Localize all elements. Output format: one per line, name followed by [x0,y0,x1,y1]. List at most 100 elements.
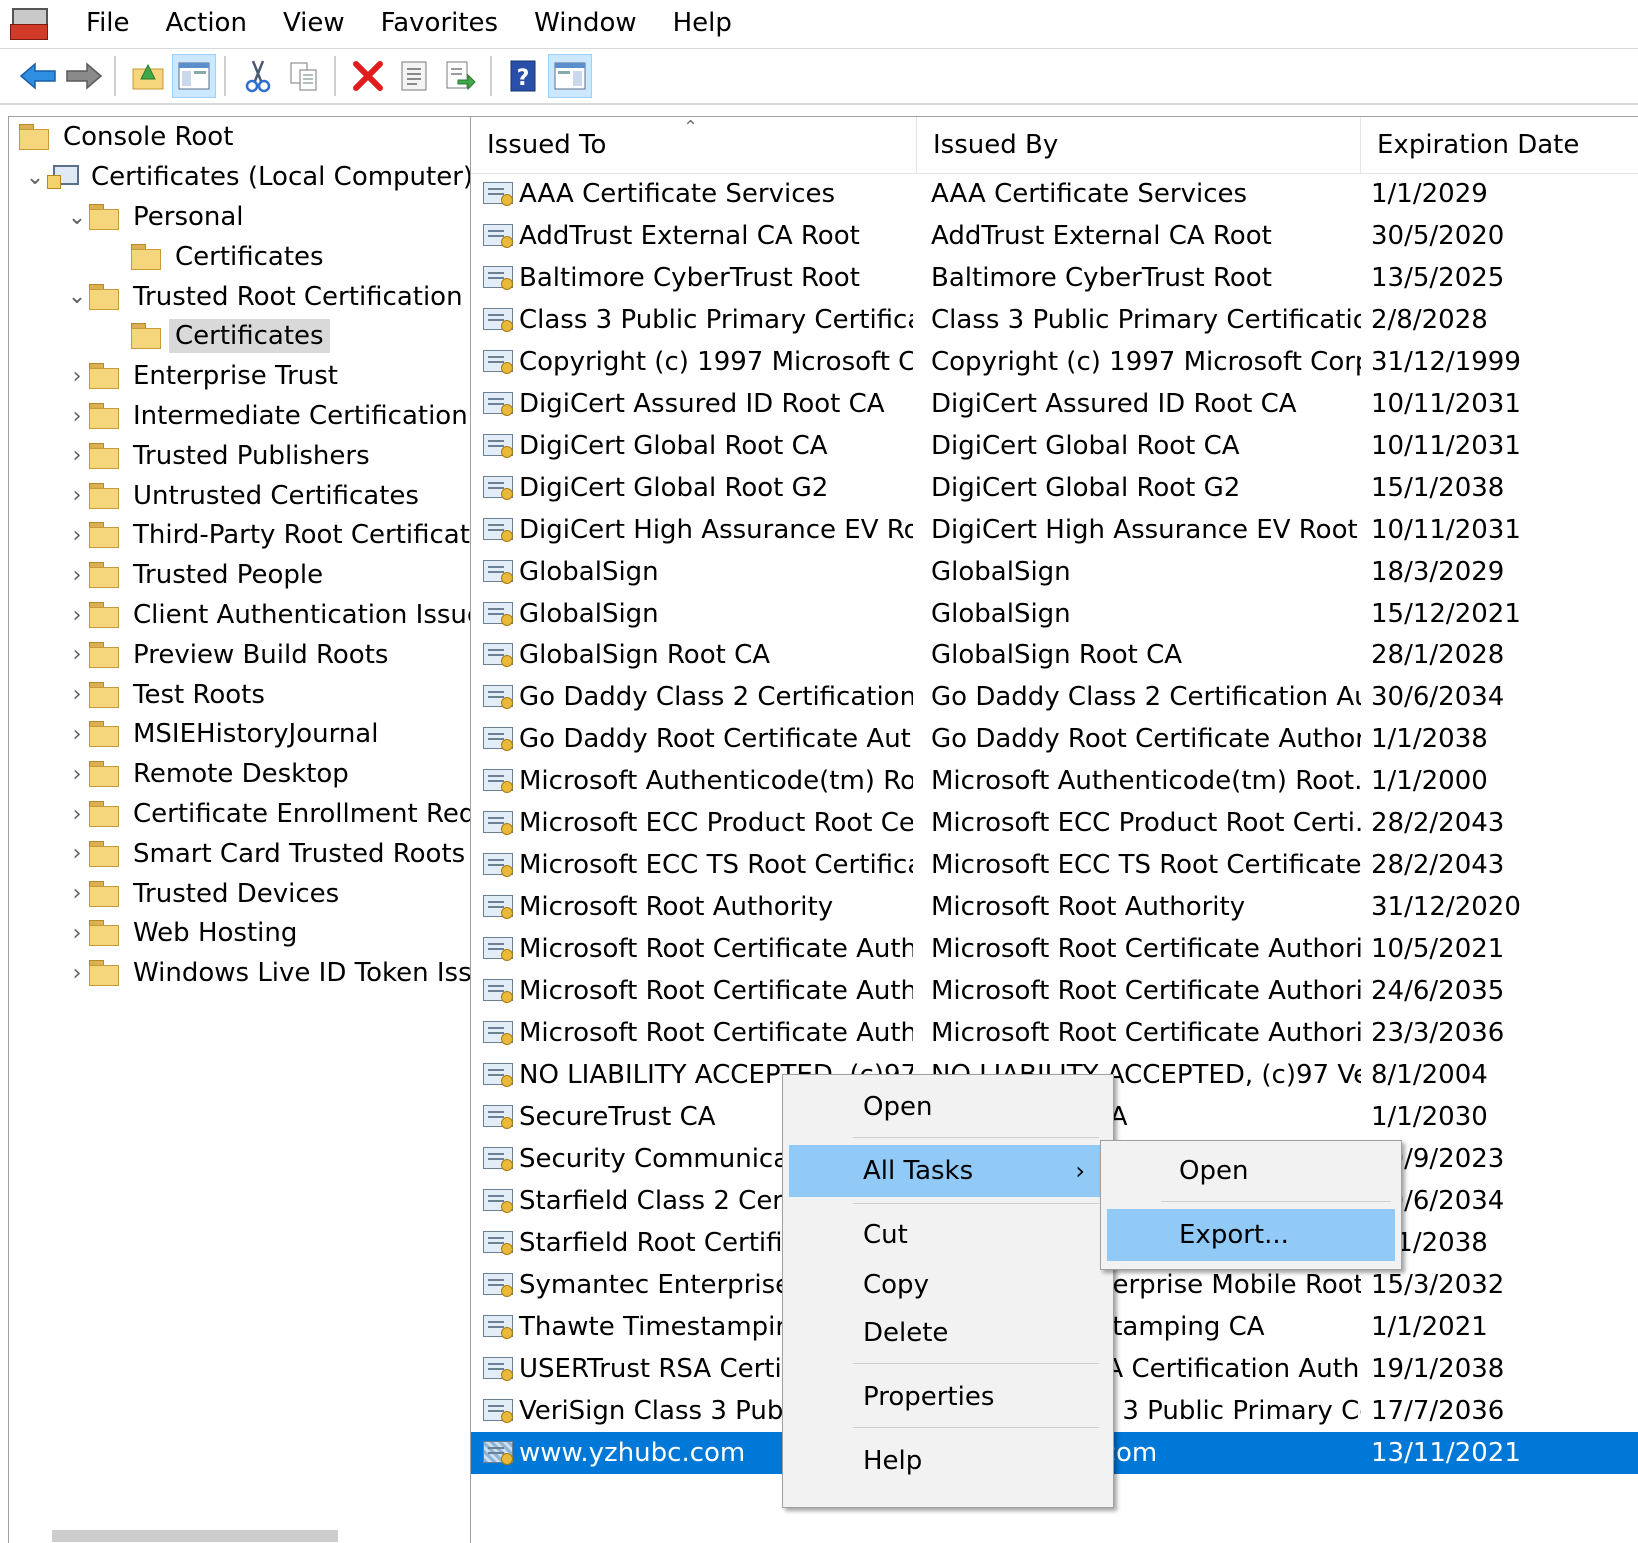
tree-item-label: Intermediate Certification Authorities [133,401,481,431]
table-row[interactable]: Microsoft Authenticode(tm) Ro... Microsof… [471,760,1638,802]
table-row[interactable]: Microsoft Root Authority Microsoft Root A… [471,886,1638,928]
cell-issued-to: Baltimore CyberTrust Root [483,257,913,299]
tree-item-certificate-enrollment-requests[interactable]: › Certificate Enrollment Requests [65,794,481,834]
menu-file[interactable]: File [68,0,148,46]
chevron-right-icon[interactable]: › [65,913,89,953]
table-row[interactable]: Go Daddy Class 2 Certification ... Go Dad… [471,676,1638,718]
chevron-right-icon[interactable]: › [65,754,89,794]
tree-item-test-roots[interactable]: › Test Roots [65,675,265,715]
chevron-right-icon[interactable]: › [65,953,89,993]
tree-horizontal-scrollbar[interactable] [8,1530,480,1542]
forward-arrow-icon[interactable] [62,54,106,98]
table-row[interactable]: Microsoft ECC Product Root Ce... Microsof… [471,802,1638,844]
tree-item-certificates[interactable]: Certificates [107,316,330,356]
cut-icon[interactable] [236,54,280,98]
chevron-right-icon[interactable]: › [65,555,89,595]
tree-item-personal[interactable]: ⌄ Personal [65,197,244,237]
mmc-app-icon[interactable] [10,6,48,40]
chevron-right-icon[interactable]: › [65,356,89,396]
menu-action[interactable]: Action [148,0,265,46]
tree-item-preview-build-roots[interactable]: › Preview Build Roots [65,635,389,675]
tree-item-enterprise-trust[interactable]: › Enterprise Trust [65,356,338,396]
issued-to-text: Microsoft Authenticode(tm) Ro... [519,766,913,797]
table-row[interactable]: Copyright (c) 1997 Microsoft C... Copyrig… [471,341,1638,383]
chevron-right-icon[interactable]: › [65,794,89,834]
table-row[interactable]: Microsoft Root Certificate Auth... Micros… [471,1012,1638,1054]
tree-item-certificates[interactable]: Certificates [107,237,324,277]
menu-favorites[interactable]: Favorites [363,0,516,46]
menu-window[interactable]: Window [516,0,655,46]
chevron-right-icon[interactable]: › [65,515,89,555]
table-row[interactable]: AAA Certificate Services AAA Certificate … [471,173,1638,215]
table-row[interactable]: GlobalSign Root CA GlobalSign Root CA 28/1… [471,634,1638,676]
menu-view[interactable]: View [265,0,363,46]
tree-item-trusted-devices[interactable]: › Trusted Devices [65,874,340,914]
chevron-right-icon[interactable]: › [65,476,89,516]
tree-item-msiehistoryjournal[interactable]: › MSIEHistoryJournal [65,714,379,754]
table-row[interactable]: Microsoft Root Certificate Auth... Micros… [471,970,1638,1012]
show-hide-console-tree-icon[interactable] [172,54,216,98]
cell-issued-to: Microsoft ECC Product Root Ce... [483,802,913,844]
table-row[interactable]: Microsoft Root Certificate Auth... Micros… [471,928,1638,970]
tree-item-intermediate-certification-authorities[interactable]: › Intermediate Certification Authorities [65,396,481,436]
tree-item-smart-card-trusted-roots[interactable]: › Smart Card Trusted Roots [65,834,466,874]
chevron-right-icon[interactable]: › [65,396,89,436]
table-row[interactable]: Baltimore CyberTrust Root Baltimore Cyber… [471,257,1638,299]
back-arrow-icon[interactable] [16,54,60,98]
chevron-right-icon[interactable]: › [65,874,89,914]
chevron-right-icon[interactable]: › [65,635,89,675]
table-row[interactable]: DigiCert Global Root CA DigiCert Global R… [471,425,1638,467]
tree-item-trusted-people[interactable]: › Trusted People [65,555,324,595]
tree-item-trusted-root-certification-authorities[interactable]: ⌄ Trusted Root Certification Authorities [65,277,481,317]
submenu-open[interactable]: Open [1101,1145,1401,1197]
show-hide-action-pane-icon[interactable] [548,54,592,98]
toolbar: ? [0,48,1638,105]
table-row[interactable]: GlobalSign GlobalSign 18/3/2029 [471,551,1638,593]
chevron-down-icon[interactable]: ⌄ [65,197,89,237]
up-folder-icon[interactable] [126,54,170,98]
context-menu-all-tasks[interactable]: All Tasks › [789,1145,1107,1197]
tree-item-untrusted-certificates[interactable]: › Untrusted Certificates [65,476,419,516]
context-menu-copy[interactable]: Copy [783,1259,1113,1311]
chevron-right-icon[interactable]: › [65,714,89,754]
copy-icon[interactable] [282,54,326,98]
context-menu-help[interactable]: Help [783,1435,1113,1487]
delete-icon[interactable] [346,54,390,98]
tree-item-windows-live-id-token-issuer[interactable]: › Windows Live ID Token Issuer [65,953,481,993]
table-row[interactable]: DigiCert Global Root G2 DigiCert Global R… [471,467,1638,509]
chevron-right-icon[interactable]: › [65,436,89,476]
tree-item-remote-desktop[interactable]: › Remote Desktop [65,754,349,794]
context-menu-open[interactable]: Open [783,1081,1113,1133]
table-row[interactable]: Class 3 Public Primary Certificat... Clas… [471,299,1638,341]
console-tree[interactable]: Console Root ⌄ Certificates (Local Compu… [8,116,482,1543]
tree-item-client-authentication-issuers[interactable]: › Client Authentication Issuers [65,595,482,635]
column-expiration-date[interactable]: Expiration Date [1361,117,1638,173]
tree-item-console-root[interactable]: Console Root [19,117,233,157]
table-row[interactable]: DigiCert High Assurance EV Ro... DigiCert… [471,509,1638,551]
table-row[interactable]: AddTrust External CA Root AddTrust Extern… [471,215,1638,257]
context-menu-properties[interactable]: Properties [783,1371,1113,1423]
chevron-right-icon[interactable]: › [65,834,89,874]
table-row[interactable]: GlobalSign GlobalSign 15/12/2021 [471,593,1638,635]
chevron-down-icon[interactable]: ⌄ [65,277,89,317]
chevron-right-icon[interactable]: › [65,595,89,635]
cell-issued-to: GlobalSign [483,551,913,593]
chevron-down-icon[interactable]: ⌄ [23,157,47,197]
column-issued-by[interactable]: Issued By [917,117,1361,173]
help-icon[interactable]: ? [502,54,546,98]
context-menu-cut[interactable]: Cut [783,1209,1113,1261]
table-row[interactable]: DigiCert Assured ID Root CA DigiCert Assu… [471,383,1638,425]
tree-item-label: Client Authentication Issuers [133,600,482,630]
table-row[interactable]: Microsoft ECC TS Root Certifica... Micros… [471,844,1638,886]
table-row[interactable]: Go Daddy Root Certificate Auth... Go Dadd… [471,718,1638,760]
menu-help[interactable]: Help [655,0,750,46]
context-menu-delete[interactable]: Delete [783,1307,1113,1359]
tree-item-trusted-publishers[interactable]: › Trusted Publishers [65,436,370,476]
tree-item-third-party-root-certification-authorities[interactable]: › Third-Party Root Certification Authorit… [65,515,481,555]
tree-item-web-hosting[interactable]: › Web Hosting [65,913,298,953]
chevron-right-icon[interactable]: › [65,675,89,715]
properties-icon[interactable] [392,54,436,98]
export-list-icon[interactable] [438,54,482,98]
submenu-export[interactable]: Export... [1107,1209,1395,1261]
tree-item-certificates-local-computer[interactable]: ⌄ Certificates (Local Computer) [23,157,473,197]
